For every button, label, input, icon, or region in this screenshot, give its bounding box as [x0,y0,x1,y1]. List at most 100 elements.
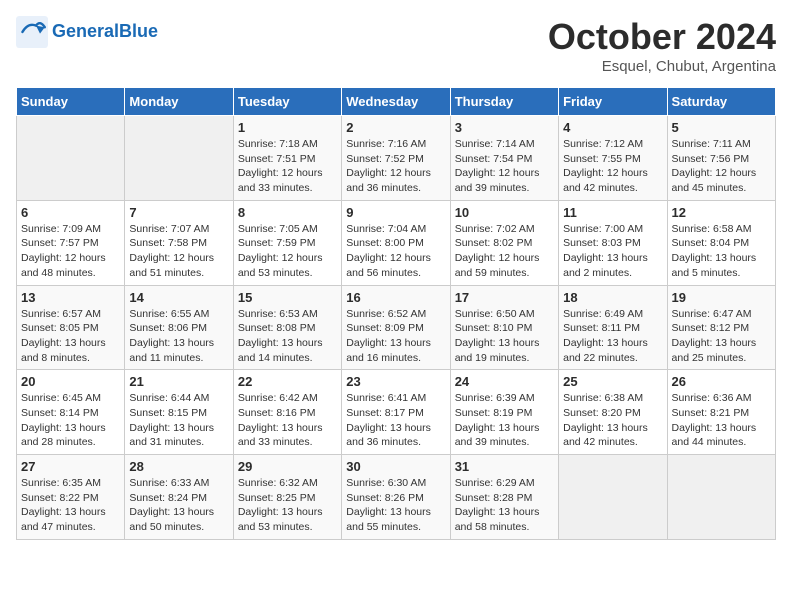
day-detail: Sunrise: 7:04 AMSunset: 8:00 PMDaylight:… [346,222,445,281]
day-cell: 21 Sunrise: 6:44 AMSunset: 8:15 PMDayligh… [125,370,233,455]
day-cell [559,455,667,540]
day-detail: Sunrise: 7:12 AMSunset: 7:55 PMDaylight:… [563,137,662,196]
day-cell: 29 Sunrise: 6:32 AMSunset: 8:25 PMDayligh… [233,455,341,540]
day-number: 27 [21,459,120,474]
day-number: 30 [346,459,445,474]
day-cell: 1Sunrise: 7:18 AMSunset: 7:51 PMDaylight… [233,116,341,201]
day-detail: Sunrise: 7:16 AMSunset: 7:52 PMDaylight:… [346,137,445,196]
calendar-body: 1Sunrise: 7:18 AMSunset: 7:51 PMDaylight… [17,116,776,540]
title-section: October 2024 Esquel, Chubut, Argentina [548,16,776,75]
day-number: 7 [129,205,228,220]
day-number: 20 [21,374,120,389]
header-cell-sunday: Sunday [17,88,125,116]
day-cell: 24 Sunrise: 6:39 AMSunset: 8:19 PMDayligh… [450,370,558,455]
day-detail: Sunrise: 7:11 AMSunset: 7:56 PMDaylight:… [672,137,771,196]
day-cell: 14 Sunrise: 6:55 AMSunset: 8:06 PMDayligh… [125,285,233,370]
location-label: Esquel, Chubut, Argentina [548,58,776,75]
day-detail: Sunrise: 6:36 AMSunset: 8:21 PMDaylight:… [672,391,771,450]
day-cell: 2 Sunrise: 7:16 AMSunset: 7:52 PMDaylight… [342,116,450,201]
day-cell: 8 Sunrise: 7:05 AMSunset: 7:59 PMDaylight… [233,200,341,285]
day-cell: 5 Sunrise: 7:11 AMSunset: 7:56 PMDaylight… [667,116,775,201]
day-detail: Sunrise: 6:45 AMSunset: 8:14 PMDaylight:… [21,391,120,450]
header-cell-saturday: Saturday [667,88,775,116]
day-cell: 10Sunrise: 7:02 AMSunset: 8:02 PMDayligh… [450,200,558,285]
day-cell: 27 Sunrise: 6:35 AMSunset: 8:22 PMDayligh… [17,455,125,540]
day-cell: 25 Sunrise: 6:38 AMSunset: 8:20 PMDayligh… [559,370,667,455]
day-detail: Sunrise: 6:42 AMSunset: 8:16 PMDaylight:… [238,391,337,450]
day-number: 6 [21,205,120,220]
day-number: 31 [455,459,554,474]
day-number: 13 [21,290,120,305]
week-row-3: 13 Sunrise: 6:57 AMSunset: 8:05 PMDayligh… [17,285,776,370]
day-cell: 19Sunrise: 6:47 AMSunset: 8:12 PMDayligh… [667,285,775,370]
day-detail: Sunrise: 6:49 AMSunset: 8:11 PMDaylight:… [563,307,662,366]
day-cell: 26 Sunrise: 6:36 AMSunset: 8:21 PMDayligh… [667,370,775,455]
day-number: 5 [672,120,771,135]
day-detail: Sunrise: 6:55 AMSunset: 8:06 PMDaylight:… [129,307,228,366]
day-detail: Sunrise: 6:39 AMSunset: 8:19 PMDaylight:… [455,391,554,450]
day-detail: Sunrise: 7:07 AMSunset: 7:58 PMDaylight:… [129,222,228,281]
header-cell-friday: Friday [559,88,667,116]
day-number: 26 [672,374,771,389]
day-detail: Sunrise: 6:57 AMSunset: 8:05 PMDaylight:… [21,307,120,366]
header-cell-tuesday: Tuesday [233,88,341,116]
day-detail: Sunrise: 7:09 AMSunset: 7:57 PMDaylight:… [21,222,120,281]
day-cell [125,116,233,201]
day-detail: Sunrise: 6:35 AMSunset: 8:22 PMDaylight:… [21,476,120,535]
page-header: GeneralBlue October 2024 Esquel, Chubut,… [16,16,776,75]
day-number: 16 [346,290,445,305]
day-cell: 30Sunrise: 6:30 AMSunset: 8:26 PMDayligh… [342,455,450,540]
day-cell: 17 Sunrise: 6:50 AMSunset: 8:10 PMDayligh… [450,285,558,370]
day-cell: 12Sunrise: 6:58 AMSunset: 8:04 PMDayligh… [667,200,775,285]
day-detail: Sunrise: 7:05 AMSunset: 7:59 PMDaylight:… [238,222,337,281]
day-detail: Sunrise: 6:50 AMSunset: 8:10 PMDaylight:… [455,307,554,366]
day-number: 19 [672,290,771,305]
day-number: 2 [346,120,445,135]
day-detail: Sunrise: 6:58 AMSunset: 8:04 PMDaylight:… [672,222,771,281]
day-detail: Sunrise: 6:44 AMSunset: 8:15 PMDaylight:… [129,391,228,450]
week-row-1: 1Sunrise: 7:18 AMSunset: 7:51 PMDaylight… [17,116,776,201]
day-number: 25 [563,374,662,389]
day-detail: Sunrise: 7:14 AMSunset: 7:54 PMDaylight:… [455,137,554,196]
day-cell: 22 Sunrise: 6:42 AMSunset: 8:16 PMDayligh… [233,370,341,455]
day-number: 3 [455,120,554,135]
day-detail: Sunrise: 7:02 AMSunset: 8:02 PMDaylight:… [455,222,554,281]
day-number: 9 [346,205,445,220]
day-cell: 9 Sunrise: 7:04 AMSunset: 8:00 PMDaylight… [342,200,450,285]
logo-blue: Blue [119,21,158,41]
day-number: 8 [238,205,337,220]
logo-icon [16,16,48,48]
day-cell: 4Sunrise: 7:12 AMSunset: 7:55 PMDaylight… [559,116,667,201]
day-detail: Sunrise: 6:32 AMSunset: 8:25 PMDaylight:… [238,476,337,535]
day-cell: 16 Sunrise: 6:52 AMSunset: 8:09 PMDayligh… [342,285,450,370]
day-number: 24 [455,374,554,389]
logo: GeneralBlue [16,16,158,48]
header-row: SundayMondayTuesdayWednesdayThursdayFrid… [17,88,776,116]
calendar-header: SundayMondayTuesdayWednesdayThursdayFrid… [17,88,776,116]
day-detail: Sunrise: 6:29 AMSunset: 8:28 PMDaylight:… [455,476,554,535]
logo-general: General [52,21,119,41]
calendar-table: SundayMondayTuesdayWednesdayThursdayFrid… [16,87,776,540]
day-cell: 31 Sunrise: 6:29 AMSunset: 8:28 PMDayligh… [450,455,558,540]
day-number: 22 [238,374,337,389]
header-cell-wednesday: Wednesday [342,88,450,116]
day-number: 11 [563,205,662,220]
day-cell: 23 Sunrise: 6:41 AMSunset: 8:17 PMDayligh… [342,370,450,455]
day-cell: 28Sunrise: 6:33 AMSunset: 8:24 PMDayligh… [125,455,233,540]
day-number: 21 [129,374,228,389]
day-number: 23 [346,374,445,389]
day-detail: Sunrise: 6:52 AMSunset: 8:09 PMDaylight:… [346,307,445,366]
logo-text: GeneralBlue [52,22,158,42]
day-number: 17 [455,290,554,305]
day-number: 14 [129,290,228,305]
day-cell: 6 Sunrise: 7:09 AMSunset: 7:57 PMDaylight… [17,200,125,285]
day-detail: Sunrise: 7:00 AMSunset: 8:03 PMDaylight:… [563,222,662,281]
day-cell [17,116,125,201]
day-detail: Sunrise: 6:41 AMSunset: 8:17 PMDaylight:… [346,391,445,450]
day-cell: 15Sunrise: 6:53 AMSunset: 8:08 PMDayligh… [233,285,341,370]
month-title: October 2024 [548,16,776,58]
header-cell-thursday: Thursday [450,88,558,116]
day-detail: Sunrise: 6:38 AMSunset: 8:20 PMDaylight:… [563,391,662,450]
day-cell: 13 Sunrise: 6:57 AMSunset: 8:05 PMDayligh… [17,285,125,370]
day-number: 29 [238,459,337,474]
